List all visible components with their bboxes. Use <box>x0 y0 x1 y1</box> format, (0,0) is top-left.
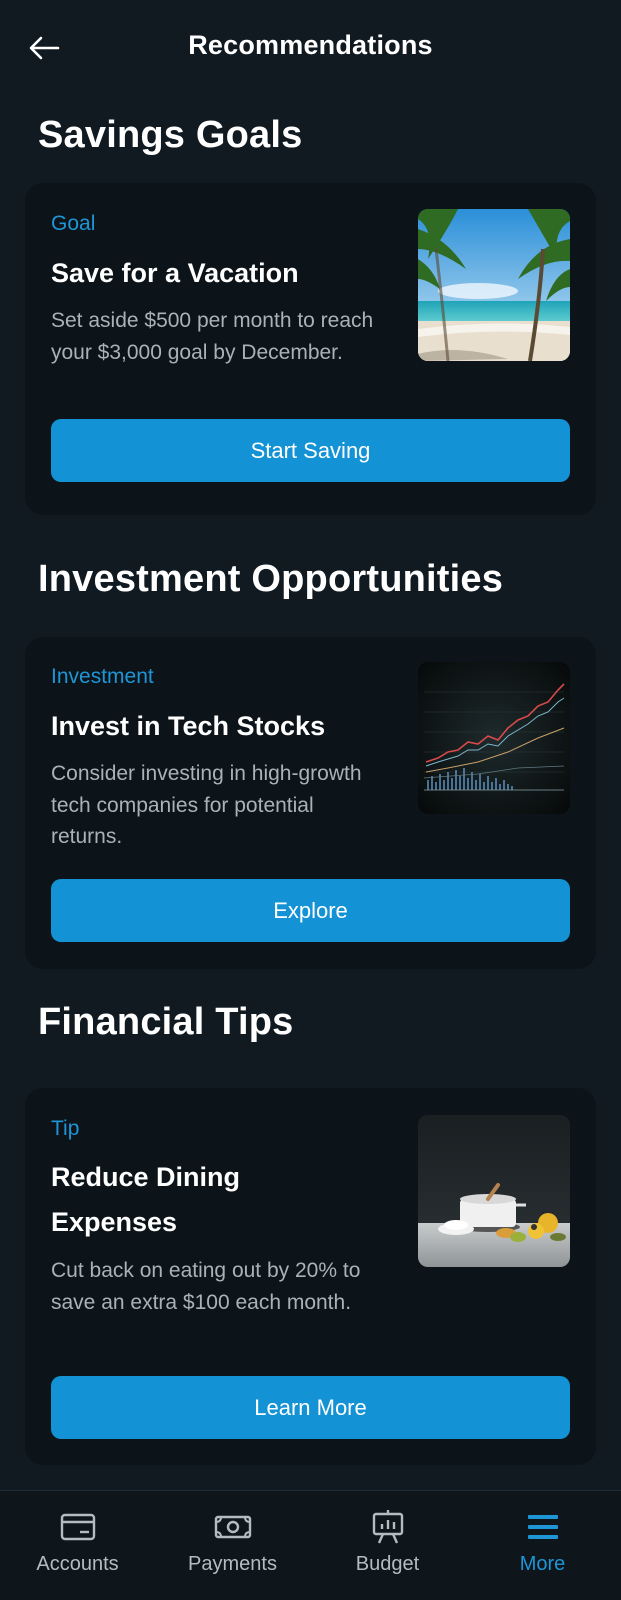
menu-icon <box>523 1507 563 1547</box>
card-title: Save for a Vacation <box>51 258 299 288</box>
card-tag: Goal <box>51 212 96 235</box>
recommendation-card-tip: Tip Reduce Dining Expenses Cut back on e… <box>25 1088 596 1465</box>
cash-icon <box>213 1507 253 1547</box>
recommendation-card-investment: Investment Invest in Tech Stocks Conside… <box>25 637 596 969</box>
nav-label: Payments <box>188 1553 277 1575</box>
recommendation-card-savings: Goal Save for a Vacation Set aside $500 … <box>25 183 596 515</box>
nav-item-more[interactable]: More <box>465 1491 620 1600</box>
nav-item-accounts[interactable]: Accounts <box>0 1491 155 1600</box>
section-title-financial-tips: Financial Tips <box>38 1001 294 1043</box>
card-description: Consider investing in high-growth tech c… <box>51 762 362 848</box>
card-tag: Tip <box>51 1117 80 1140</box>
start-saving-button[interactable]: Start Saving <box>51 419 570 482</box>
beach-vacation-image <box>418 209 570 361</box>
explore-button[interactable]: Explore <box>51 879 570 942</box>
section-title-savings-goals: Savings Goals <box>38 114 303 156</box>
learn-more-button[interactable]: Learn More <box>51 1376 570 1439</box>
app-header: Recommendations <box>0 0 621 96</box>
nav-label: Budget <box>355 1553 420 1575</box>
card-title: Reduce Dining Expenses <box>51 1162 241 1237</box>
nav-label: More <box>519 1553 566 1575</box>
card-description: Cut back on eating out by 20% to save an… <box>51 1259 361 1314</box>
kitchen-cooking-image <box>418 1115 570 1267</box>
section-title-investment-opportunities: Investment Opportunities <box>38 558 504 600</box>
credit-card-icon <box>58 1507 98 1547</box>
nav-item-budget[interactable]: Budget <box>310 1491 465 1600</box>
card-title: Invest in Tech Stocks <box>51 711 326 741</box>
stock-chart-image <box>418 662 570 814</box>
bottom-navigation: Accounts Payments Budget More <box>0 1490 621 1600</box>
card-description: Set aside $500 per month to reach your $… <box>51 309 374 364</box>
presentation-chart-icon <box>368 1507 408 1547</box>
page-title: Recommendations <box>188 30 433 60</box>
nav-item-payments[interactable]: Payments <box>155 1491 310 1600</box>
card-tag: Investment <box>51 665 154 688</box>
nav-label: Accounts <box>36 1553 119 1575</box>
